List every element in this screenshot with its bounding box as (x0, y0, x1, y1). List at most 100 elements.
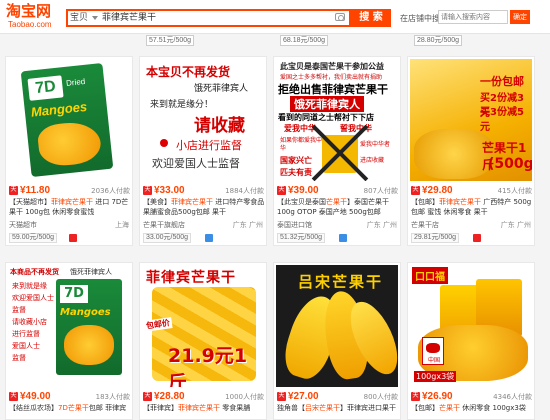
badge-icon (205, 234, 213, 242)
product-image[interactable]: 菲律宾芒果干 包邮价 21.9元1斤 (142, 265, 264, 387)
product-card[interactable]: 本宝贝不再发货 饿死菲律宾人 来到就是缘分！ 请收藏 小店进行监督 欢迎爱国人士… (139, 56, 267, 246)
image-text: 一份包邮 (480, 75, 524, 88)
camera-icon[interactable] (335, 13, 345, 21)
product-title[interactable]: 【菲律宾】菲律宾芒果干 零食果脯 500g包邮 休闲特产 (143, 403, 265, 413)
badge-icon (473, 234, 481, 242)
product-card[interactable]: 一份包邮 买2份减3元 买3份减5元 芒果干1斤 (500g) 天 ¥29.80… (407, 56, 535, 246)
shop-name[interactable]: 芒果干旗舰店 (143, 221, 185, 229)
image-text: 菲律宾芒果干 (146, 270, 236, 286)
image-text: 饿死菲律宾人 (290, 96, 364, 112)
shop-search-input[interactable] (438, 10, 508, 24)
unit-price-tag: 59.00元/500g (9, 233, 58, 243)
tmall-icon: 天 (9, 186, 18, 195)
product-card[interactable]: 吕宋芒果干 天 ¥27.00 800人付款 独角兽【吕宋芒果干】菲律宾进口果干 … (273, 262, 401, 420)
title-highlight: 芒果干 (439, 404, 460, 412)
product-title[interactable]: 【天猫超市】菲律宾芒果干 进口 7D芒果干 100g包 休闲零食蜜饯 (9, 197, 131, 217)
list-item-remnant: 57.51元/500g (146, 34, 195, 48)
tmall-icon: 天 (143, 392, 152, 401)
pay-count: 807人付款 (363, 187, 398, 195)
product-card[interactable]: 口口福 中国 100gx3袋 天 ¥26.90 4346人付款 【包邮】芒果干 … (407, 262, 535, 420)
image-text: 吕宋芒果干 (298, 273, 384, 291)
tmall-icon: 天 (277, 392, 286, 401)
product-card[interactable]: 菲律宾芒果干 包邮价 21.9元1斤 天 ¥28.80 1000人付款 【菲律宾… (139, 262, 267, 420)
pay-count: 1884人付款 (225, 187, 264, 195)
image-text: 100gx3袋 (414, 371, 457, 382)
search-input[interactable]: 菲律宾芒果干 (102, 12, 156, 24)
title-highlight: 菲律宾芒果干 (51, 198, 93, 206)
product-image[interactable]: 口口福 中国 100gx3袋 (410, 265, 532, 387)
image-text: 爱我中华 (284, 124, 316, 133)
title-text: 独角兽【 (277, 404, 305, 412)
search-scope-select[interactable]: 宝贝 (70, 12, 92, 24)
product-image[interactable]: 本商品不再发货 饿死菲律宾人 来到就是缘 欢迎爱国人士 监督 请收藏小店 进行监… (8, 265, 130, 387)
unit-price-tag: 29.81元/500g (411, 233, 460, 243)
search-box[interactable]: 宝贝 菲律宾芒果干 (66, 9, 351, 27)
title-highlight: 菲律宾芒果干 (439, 198, 481, 206)
product-name-label: Mangoes (60, 307, 111, 318)
unit-price-tag: 57.51元/500g (146, 35, 195, 46)
title-highlight: 菲律宾芒果干 (171, 198, 213, 206)
product-image[interactable]: 本宝贝不再发货 饿死菲律宾人 来到就是缘分！ 请收藏 小店进行监督 欢迎爱国人士… (142, 59, 264, 181)
pay-count: 4346人付款 (493, 393, 532, 401)
shop-search-button[interactable]: 确定 (510, 10, 530, 24)
image-text: 爱国之士多多帮衬，我们卖出就有捐助 (280, 74, 383, 81)
shop-name[interactable]: 天猫超市 (9, 221, 37, 229)
pay-count: 183人付款 (95, 393, 130, 401)
product-image[interactable]: 7D Dried Mangoes (8, 59, 130, 181)
unit-price-tag: 33.00元/500g (143, 233, 192, 243)
title-text: 【菲律宾】 (143, 404, 178, 412)
search-button[interactable]: 搜 索 (351, 9, 391, 27)
image-text: 买3份减5元 (480, 107, 524, 133)
shop-location: 广东 广州 (500, 221, 531, 229)
mango-slice-image (64, 325, 114, 365)
image-text: 欢迎爱国人士监督 (152, 157, 240, 170)
title-text: 【美食】 (143, 198, 171, 206)
product-card[interactable]: 本商品不再发货 饿死菲律宾人 来到就是缘 欢迎爱国人士 监督 请收藏小店 进行监… (5, 262, 133, 420)
image-text: 本宝贝不再发货 (146, 65, 231, 79)
product-card[interactable]: 此宝贝是泰国芒果干参加公益 爱国之士多多帮衬，我们卖出就有捐助 拒绝出售菲律宾芒… (273, 56, 401, 246)
image-text: 此宝贝是泰国芒果干参加公益 (280, 62, 384, 71)
product-title[interactable]: 独角兽【吕宋芒果干】菲律宾进口果干 零食 (277, 403, 399, 413)
image-text: 来到就是缘 (12, 282, 47, 290)
product-title[interactable]: 【此宝贝是泰国芒果干】泰国芒果干 100g OTOP 泰国产地 500g包邮 (277, 197, 399, 217)
mango-slice-image (36, 119, 103, 168)
unit-price-tag: 68.18元/500g (280, 35, 329, 46)
brand-label: 7D (60, 285, 88, 303)
product-title[interactable]: 【结丝瓜农场】7D芒果干包邮 菲律宾进口零食 (9, 403, 131, 413)
title-highlight: 吕宋芒果干 (305, 404, 340, 412)
title-text: 【包邮】 (411, 198, 439, 206)
taobao-logo[interactable]: 淘宝网 (6, 4, 51, 19)
product-image[interactable]: 吕宋芒果干 (276, 265, 398, 387)
image-text: 如果你都爱我中华 (280, 137, 323, 152)
product-title[interactable]: 【包邮】芒果干 休闲零食 100gx3袋 芒果 (411, 403, 533, 413)
shop-name[interactable]: 芒果干店 (411, 221, 439, 229)
price: ¥28.80 (154, 391, 185, 402)
brand-label: 7D (27, 75, 64, 101)
unit-price-tag: 51.32元/500g (277, 233, 326, 243)
top-search-bar: 淘宝网 Taobao.com 宝贝 菲律宾芒果干 搜 索 在店铺中搜索 确定 (0, 0, 550, 34)
pay-count: 2036人付款 (91, 187, 130, 195)
tmall-icon: 天 (411, 392, 420, 401)
image-text: 进店收藏 (360, 157, 385, 164)
image-text: 21.9元1斤 (168, 345, 248, 387)
map-shape (426, 343, 440, 353)
shop-name[interactable]: 泰国进口馆 (277, 221, 312, 229)
price: ¥39.00 (288, 185, 319, 196)
image-text: 小店进行监督 (176, 139, 242, 152)
product-card[interactable]: 7D Dried Mangoes 天 ¥11.80 2036人付款 【天猫超市】… (5, 56, 133, 246)
product-title[interactable]: 【美食】菲律宾芒果干 进口特产零食品果脯蜜食品500g包邮 果干 (143, 197, 265, 217)
product-image[interactable]: 此宝贝是泰国芒果干参加公益 爱国之士多多帮衬，我们卖出就有捐助 拒绝出售菲律宾芒… (276, 59, 398, 181)
brand-sub: Dried (65, 76, 86, 88)
price: ¥29.80 (422, 185, 453, 196)
package-shape: 7D Mangoes (56, 279, 122, 375)
title-highlight: 7D芒果干 (58, 404, 89, 412)
image-text: 本商品不再发货 (10, 268, 59, 276)
product-title[interactable]: 【包邮】菲律宾芒果干 广西特产 500g包邮 蜜饯 休闲零食 果干 (411, 197, 533, 217)
image-text: 爱国人士 (12, 342, 40, 350)
image-text: 匹夫有责 (280, 168, 312, 177)
price: ¥49.00 (20, 391, 51, 402)
image-text: 拒绝出售菲律宾芒果干 (278, 83, 388, 96)
image-text: 监督 (12, 354, 26, 362)
shop-location: 上海 (115, 221, 129, 229)
product-image[interactable]: 一份包邮 买2份减3元 买3份减5元 芒果干1斤 (500g) (410, 59, 532, 181)
